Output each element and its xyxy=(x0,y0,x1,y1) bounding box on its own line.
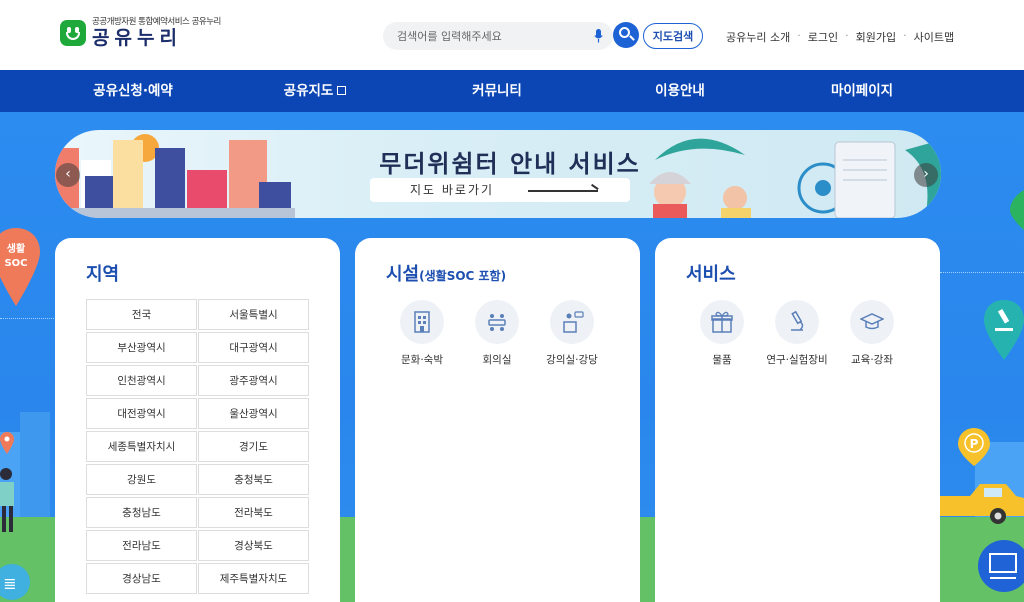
region-button[interactable]: 전라남도 xyxy=(86,530,197,561)
facility-card-title: 시설(생활SOC 포함) xyxy=(386,260,506,286)
region-button[interactable]: 경기도 xyxy=(198,431,309,462)
banner-title: 무더위쉼터 안내 서비스 xyxy=(379,150,641,178)
facility-lecture-hall[interactable]: 강의실·강당 xyxy=(532,300,612,367)
region-button[interactable]: 울산광역시 xyxy=(198,398,309,429)
logo[interactable]: 공공개방자원 통합예약서비스 공유누리 공유누리 xyxy=(60,18,221,48)
region-button[interactable]: 세종특별자치시 xyxy=(86,431,197,462)
chevron-right-icon: › xyxy=(923,166,929,182)
left-bottom-pin-icon: ≣ xyxy=(0,564,30,600)
banner-map-link[interactable]: 지도 바로가기 xyxy=(370,178,630,202)
facility-meeting-room[interactable]: 회의실 xyxy=(457,300,537,367)
region-button[interactable]: 서울특별시 xyxy=(198,299,309,330)
nav-item-community[interactable]: 커뮤니티 xyxy=(417,70,577,112)
svg-text:SOC: SOC xyxy=(4,258,27,269)
search-box xyxy=(383,22,613,50)
util-link-sitemap[interactable]: 사이트맵 xyxy=(914,29,954,45)
util-link-signup[interactable]: 회원가입 xyxy=(856,29,896,45)
city-illustration xyxy=(55,134,295,218)
nav-item-mypage[interactable]: 마이페이지 xyxy=(782,70,942,112)
nav-item-apply[interactable]: 공유신청·예약 xyxy=(53,70,213,112)
svg-text:생활: 생활 xyxy=(7,242,26,255)
service-goods[interactable]: 물품 xyxy=(682,300,762,367)
service-research-equipment[interactable]: 연구·실험장비 xyxy=(757,300,837,367)
logo-smile-icon xyxy=(60,19,86,46)
region-button[interactable]: 대전광역시 xyxy=(86,398,197,429)
map-search-button[interactable]: 지도검색 xyxy=(643,23,703,49)
logo-title: 공유누리 xyxy=(92,26,182,49)
util-link-login[interactable]: 로그인 xyxy=(808,29,838,45)
header: 공공개방자원 통합예약서비스 공유누리 공유누리 지도검색 공유누리 소개· 로… xyxy=(0,0,1024,70)
microphone-icon[interactable] xyxy=(594,29,603,43)
graduation-cap-icon xyxy=(850,300,894,344)
svg-text:≣: ≣ xyxy=(3,574,16,593)
facility-culture-lodging[interactable]: 문화·숙박 xyxy=(382,300,462,367)
external-link-icon xyxy=(337,86,347,95)
region-button[interactable]: 충청남도 xyxy=(86,497,197,528)
facility-card: 시설(생활SOC 포함) 문화·숙박 회의실 강의실·강당 xyxy=(355,238,640,602)
parking-pin-icon: P xyxy=(958,428,990,466)
category-label: 교육·강좌 xyxy=(851,354,893,366)
region-button[interactable]: 광주광역시 xyxy=(198,365,309,396)
search-input[interactable] xyxy=(397,22,587,50)
logo-subtitle: 공공개방자원 통합예약서비스 공유누리 xyxy=(92,17,221,27)
building-icon xyxy=(400,300,444,344)
banner-next-button[interactable]: › xyxy=(914,163,938,187)
gift-box-icon xyxy=(700,300,744,344)
arrow-right-icon xyxy=(528,190,598,192)
region-button[interactable]: 경상남도 xyxy=(86,563,197,594)
service-card: 서비스 물품 연구·실험장비 교육·강좌 xyxy=(655,238,940,602)
person-illustration xyxy=(0,468,14,532)
left-soc-pin-icon: 생활 SOC xyxy=(0,228,40,306)
utility-links: 공유누리 소개 · 로그인 · 회원가입 · 사이트맵 xyxy=(726,29,955,45)
location-pin-icon xyxy=(0,432,14,454)
banner-link-label: 지도 바로가기 xyxy=(410,183,495,197)
meeting-table-icon xyxy=(475,300,519,344)
microscope-pin-icon xyxy=(984,300,1024,360)
region-button[interactable]: 제주특별자치도 xyxy=(198,563,309,594)
region-card-title: 지역 xyxy=(86,264,120,285)
car-illustration xyxy=(940,484,1024,524)
category-label: 연구·실험장비 xyxy=(766,354,828,366)
facility-title-text: 시설 xyxy=(386,264,420,285)
chevron-left-icon: ‹ xyxy=(65,166,71,182)
region-button[interactable]: 전국 xyxy=(86,299,197,330)
service-education[interactable]: 교육·강좌 xyxy=(832,300,912,367)
region-button[interactable]: 강원도 xyxy=(86,464,197,495)
promo-banner[interactable]: 무더위쉼터 안내 서비스 지도 바로가기 xyxy=(55,130,941,218)
category-label: 물품 xyxy=(712,354,732,366)
region-button[interactable]: 경상북도 xyxy=(198,530,309,561)
nav-item-map[interactable]: 공유지도 xyxy=(235,70,395,112)
util-link-about[interactable]: 공유누리 소개 xyxy=(726,29,790,45)
facility-subtitle: (생활SOC 포함) xyxy=(419,269,507,283)
region-button[interactable]: 전라북도 xyxy=(198,497,309,528)
region-button[interactable]: 부산광역시 xyxy=(86,332,197,363)
region-button[interactable]: 충청북도 xyxy=(198,464,309,495)
nav-item-guide[interactable]: 이용안내 xyxy=(600,70,760,112)
lecture-pin-icon xyxy=(978,540,1024,592)
banner-prev-button[interactable]: ‹ xyxy=(56,163,80,187)
region-button[interactable]: 대구광역시 xyxy=(198,332,309,363)
category-label: 회의실 xyxy=(482,354,512,366)
right-edge-pin-icon xyxy=(1010,190,1024,230)
region-card: 지역 전국 서울특별시 부산광역시 대구광역시 인천광역시 광주광역시 대전광역… xyxy=(55,238,340,602)
region-button[interactable]: 인천광역시 xyxy=(86,365,197,396)
lecture-podium-icon xyxy=(550,300,594,344)
microscope-icon xyxy=(775,300,819,344)
category-label: 문화·숙박 xyxy=(401,354,443,366)
service-card-title: 서비스 xyxy=(686,264,736,285)
svg-text:P: P xyxy=(970,437,979,451)
category-label: 강의실·강당 xyxy=(546,354,598,366)
search-button[interactable] xyxy=(613,22,639,48)
main-navigation: 공유신청·예약 공유지도 커뮤니티 이용안내 마이페이지 xyxy=(0,70,1024,112)
